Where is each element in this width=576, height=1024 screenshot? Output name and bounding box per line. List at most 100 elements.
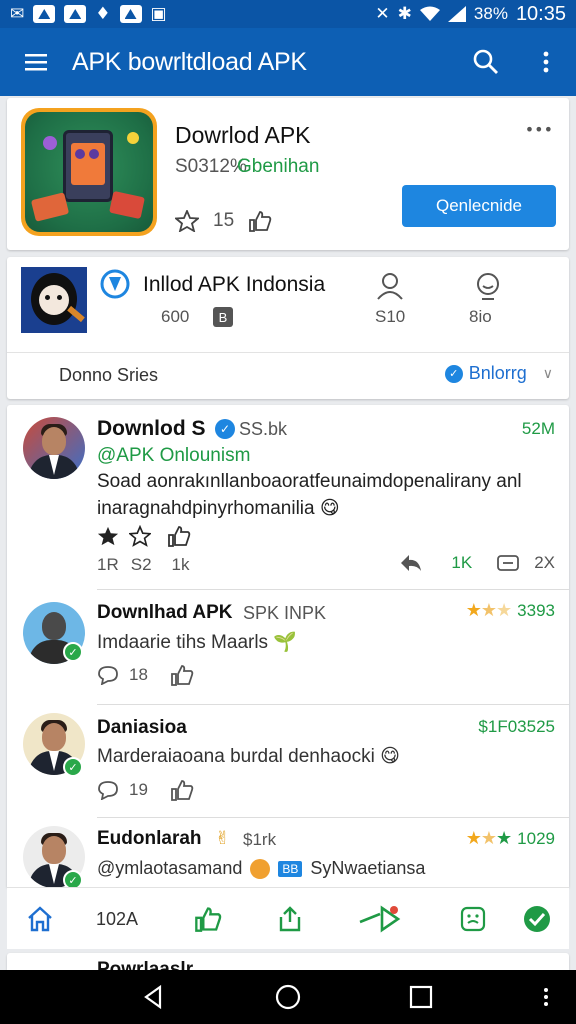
wifi-icon xyxy=(419,6,440,21)
send-icon[interactable] xyxy=(357,888,403,950)
app-name: Dowrlod APK xyxy=(175,122,311,148)
post-badge: BB xyxy=(278,860,303,877)
chevron-down-icon: ∨ xyxy=(542,365,553,382)
follow-control[interactable]: ✓ Bnlorrg ∨ xyxy=(444,363,553,384)
photo-icon xyxy=(33,5,56,23)
comment-bubble-icon[interactable] xyxy=(97,780,119,800)
sticker-icon xyxy=(250,858,271,879)
app-subtitle: Gbenihan xyxy=(237,156,320,177)
channel-avatar[interactable] xyxy=(21,267,87,333)
more-icon[interactable] xyxy=(542,986,550,1013)
thumbs-up-icon[interactable] xyxy=(191,888,225,950)
post-item[interactable]: ✓ Daniasioa $1F03525 Marderaiaoana burda… xyxy=(7,705,569,817)
channel-stat-a-badge: B xyxy=(213,307,233,327)
system-nav-bar xyxy=(0,970,576,1024)
star-outline-icon[interactable] xyxy=(175,210,199,232)
check-icon[interactable] xyxy=(521,888,553,950)
face-outline-icon[interactable] xyxy=(473,271,503,301)
recents-icon[interactable] xyxy=(408,984,434,1015)
post-author: Daniasioa xyxy=(97,717,187,738)
app-stats: 15 xyxy=(175,210,272,232)
post-handle[interactable]: @APK Onlounism xyxy=(97,445,250,467)
verified-icon: ✓ xyxy=(215,419,235,439)
app-icon[interactable] xyxy=(21,108,157,236)
post-comment-count: 19 xyxy=(129,780,148,799)
more-dots-icon[interactable]: ••• xyxy=(525,120,553,139)
mail-icon: ✉ xyxy=(10,4,25,24)
battery-text: 38% xyxy=(473,4,508,23)
person-icon[interactable] xyxy=(375,271,405,301)
post-text-line2: inaragnahdpinyrhomanilia xyxy=(97,498,315,519)
avatar[interactable] xyxy=(23,417,85,479)
comment-bubble-icon[interactable] xyxy=(97,665,119,685)
hamburger-icon[interactable] xyxy=(0,28,72,96)
next-post-peek[interactable]: Powrlaaslr xyxy=(7,953,569,970)
star-outline-icon[interactable] xyxy=(129,525,151,547)
clock: 10:35 xyxy=(515,2,566,25)
share-icon[interactable] xyxy=(273,888,307,950)
post-count: 1029 xyxy=(517,828,555,848)
post-text-line1: Soad aonrakınllanboaoratfeunaimdopenalir… xyxy=(97,471,522,492)
status-bar: ✉ ♦ ▣ ✕ ✱ 38% 10:35 xyxy=(0,0,576,28)
verified-icon: ✓ xyxy=(444,364,463,383)
star-rating-icon: ★★★ xyxy=(465,600,512,621)
comment-icon[interactable] xyxy=(496,553,520,573)
star-filled-icon[interactable] xyxy=(97,525,119,547)
thumbs-up-icon[interactable] xyxy=(248,210,272,232)
post-author: Downlhad APK xyxy=(97,602,233,623)
photo-icon xyxy=(64,5,87,23)
follow-label: Bnlorrg xyxy=(468,363,527,383)
post-item[interactable]: Downlod S ✓ SS.bk 52M @APK Onlounism Soa… xyxy=(7,405,569,589)
post-handle[interactable]: @ymlaotasamand xyxy=(97,858,242,879)
post-text-line1: Imdaarie tihs Maarls xyxy=(97,632,269,653)
primary-action-button[interactable]: Qenlecnide xyxy=(402,185,556,227)
home-icon[interactable] xyxy=(274,983,302,1016)
post-right-count-b: 2X xyxy=(534,553,555,572)
post-meta: $1rk xyxy=(243,830,277,849)
post-right-count-a: 1K xyxy=(451,553,473,572)
app-rating-count: 15 xyxy=(213,210,235,231)
post-meta: SPK INPK xyxy=(243,603,327,623)
search-icon[interactable] xyxy=(456,28,516,96)
back-icon[interactable] xyxy=(140,983,168,1016)
thumbs-up-icon[interactable] xyxy=(170,779,194,801)
post-text-line1: Marderaiaoana burdal denhaocki xyxy=(97,746,375,767)
post-author: Downlod S xyxy=(97,417,206,440)
post-author: Eudonlarah xyxy=(97,828,202,849)
brand-logo-icon xyxy=(100,269,130,299)
chart-icon xyxy=(119,5,142,23)
channel-name: Inllod APK Indonsia xyxy=(143,273,326,296)
signal-icon xyxy=(447,6,466,22)
app-bar-title: APK bowrltdload APK xyxy=(72,47,307,76)
post-item[interactable]: ✓ Downlhad APK SPK INPK ★★★ 3393 Imdaari… xyxy=(7,590,569,704)
more-vert-icon[interactable] xyxy=(516,28,576,96)
verified-badge-icon: ✓ xyxy=(63,757,83,777)
verified-badge-icon: ✓ xyxy=(63,642,83,662)
hand-emoji-icon: ✌ xyxy=(215,828,231,849)
channel-stat-a: 600 xyxy=(161,307,190,326)
thumbs-up-icon[interactable] xyxy=(170,664,194,686)
channel-card: Inllod APK Indonsia 600 B S10 8io Donno … xyxy=(7,257,569,399)
emoji-icon: 😋 xyxy=(319,497,340,519)
bottom-count: 102A xyxy=(95,908,139,929)
shield-icon: ♦ xyxy=(95,4,111,24)
post-meta: SS.bk xyxy=(239,419,288,439)
post-handle-tail: SyNwaetiansa xyxy=(310,858,426,878)
face-icon[interactable] xyxy=(457,888,489,950)
home-icon[interactable] xyxy=(23,888,57,950)
emoji-icon: 🌱 xyxy=(273,631,298,653)
verified-badge-icon: ✓ xyxy=(63,870,83,887)
feed-card: Downlod S ✓ SS.bk 52M @APK Onlounism Soa… xyxy=(7,405,569,887)
emoji-icon: 😋 xyxy=(380,745,400,767)
post-item[interactable]: ✓ Eudonlarah ✌ $1rk ★★★ 1029 @ymlaotasam… xyxy=(7,818,569,887)
reply-icon[interactable] xyxy=(399,553,423,573)
thumbs-up-icon[interactable] xyxy=(167,525,191,547)
post-comment-count: 18 xyxy=(129,665,148,684)
channel-stat-c: 8io xyxy=(469,307,492,326)
channel-stat-b: S10 xyxy=(375,307,406,326)
post-count: 3393 xyxy=(517,600,555,620)
peek-text: Powrlaaslr xyxy=(97,959,194,970)
post-count: 52M xyxy=(521,419,555,438)
app-card: Dowrlod APK S0312% Gbenihan 15 ••• Qenle… xyxy=(7,98,569,250)
bottom-action-bar: 102A xyxy=(7,887,569,949)
